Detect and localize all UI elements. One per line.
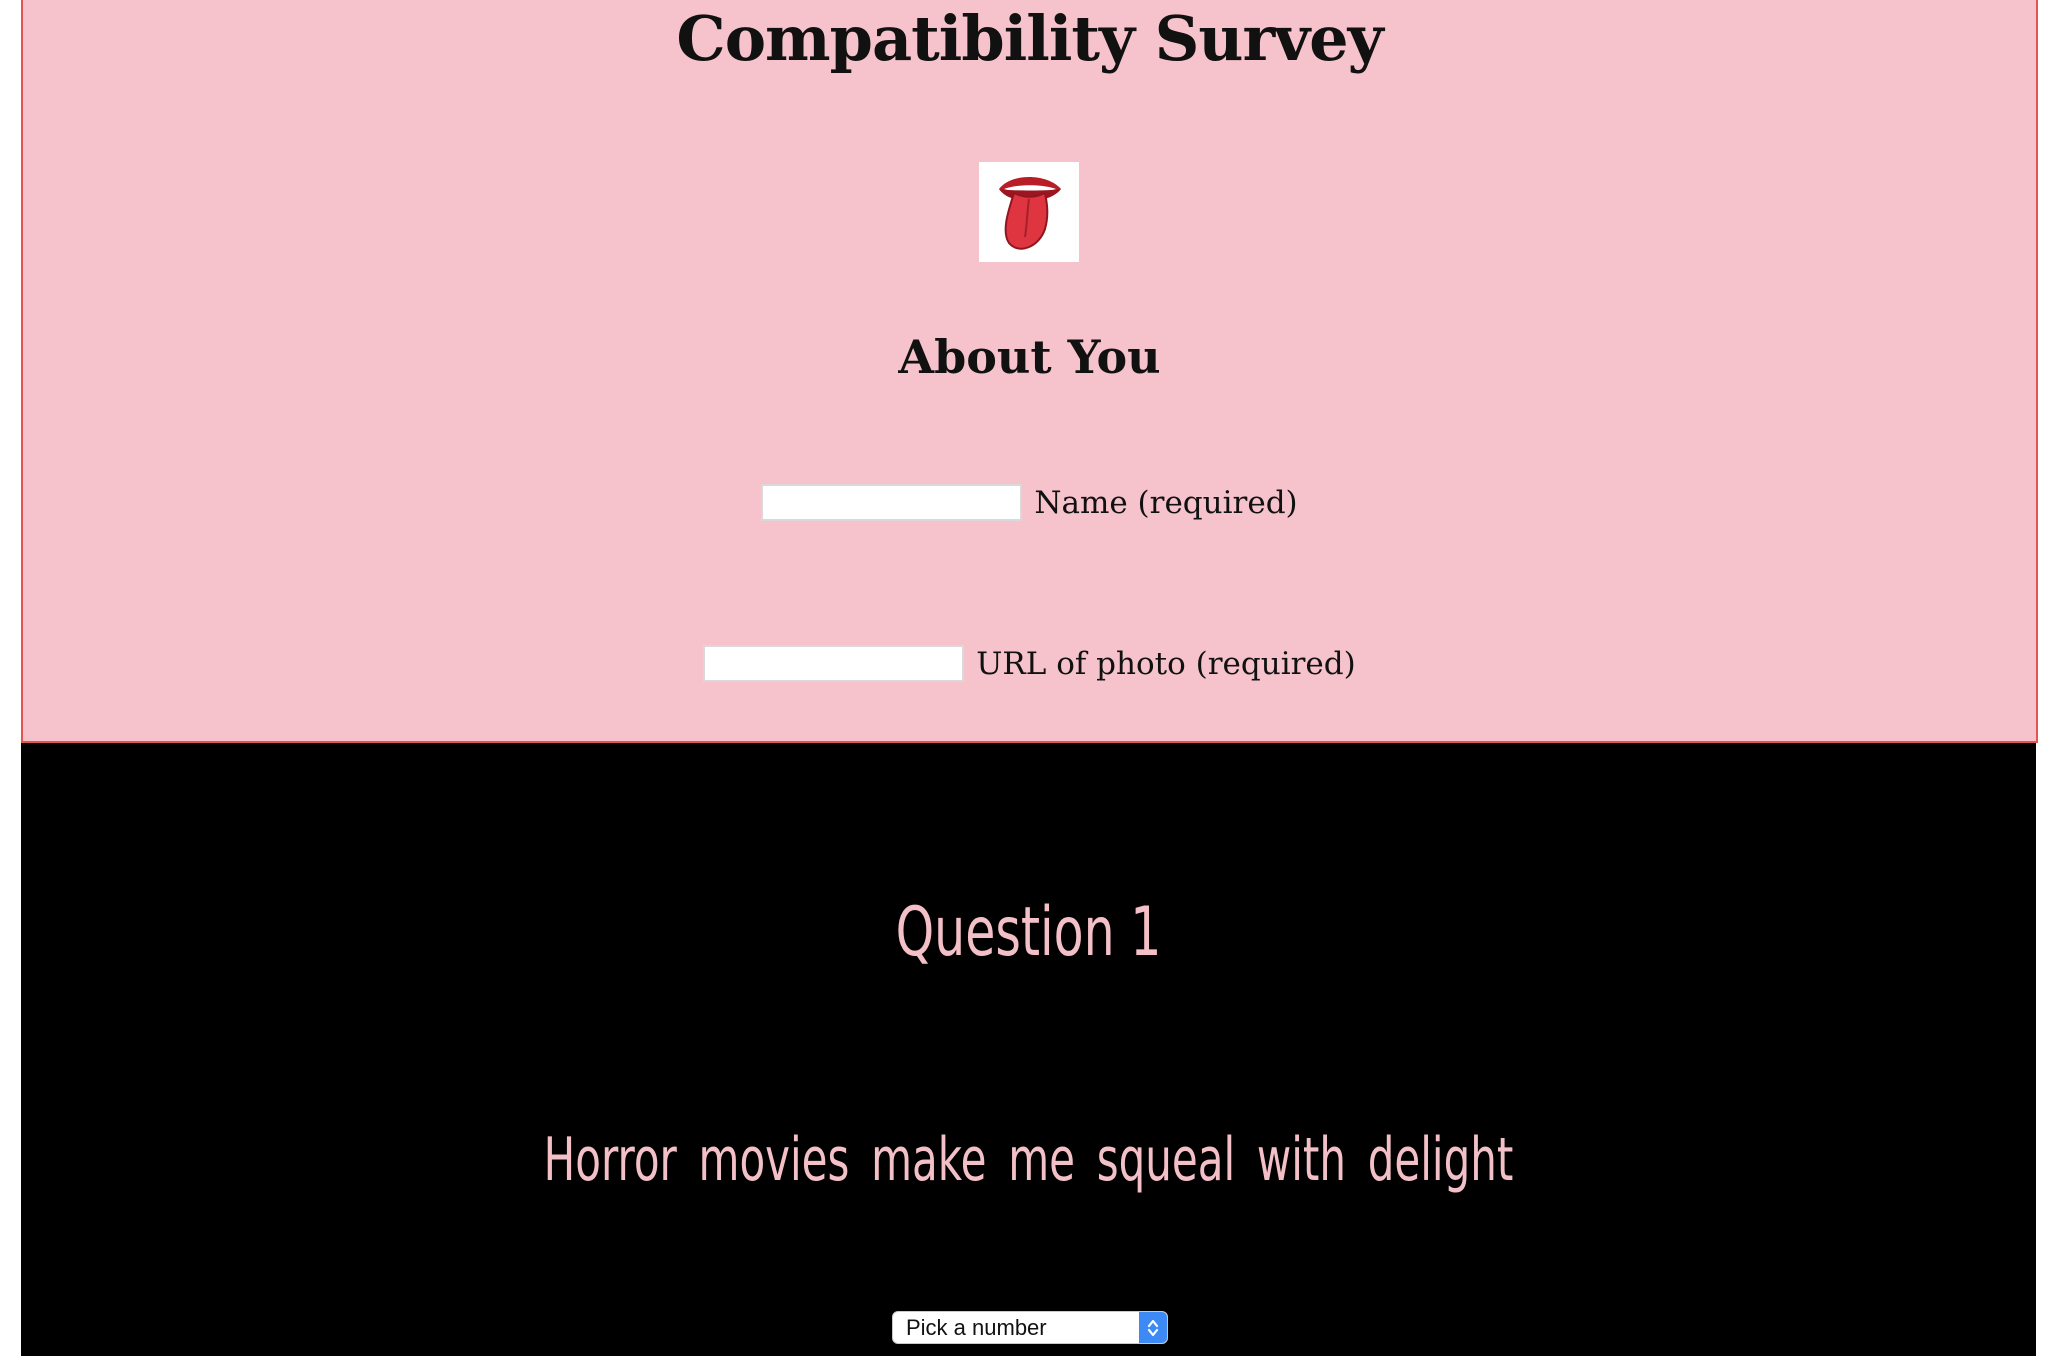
tongue-lips-icon xyxy=(999,177,1061,250)
name-field-row: Name (required) xyxy=(23,484,2036,521)
about-you-panel: Compatibility Survey About You Name (req… xyxy=(21,0,2038,743)
about-you-heading: About You xyxy=(898,330,1161,384)
logo xyxy=(979,162,1079,262)
question-title: Question 1 xyxy=(895,893,1162,972)
name-label: Name (required) xyxy=(1034,484,1298,521)
answer-select-value: Pick a number xyxy=(906,1314,1047,1340)
question-text: Horror movies make me squeal with deligh… xyxy=(543,1125,1514,1195)
photo-url-input[interactable] xyxy=(703,645,965,682)
photo-url-label: URL of photo (required) xyxy=(976,645,1356,682)
page-title: Compatibility Survey xyxy=(676,2,1383,75)
answer-select[interactable]: Pick a number xyxy=(892,1311,1168,1344)
survey-page: Compatibility Survey About You Name (req… xyxy=(0,0,2060,1356)
name-input[interactable] xyxy=(761,484,1023,521)
question-panel: Question 1 Horror movies make me squeal … xyxy=(21,743,2036,1356)
photo-url-field-row: URL of photo (required) xyxy=(23,645,2036,682)
select-chevrons-icon xyxy=(1139,1312,1167,1343)
